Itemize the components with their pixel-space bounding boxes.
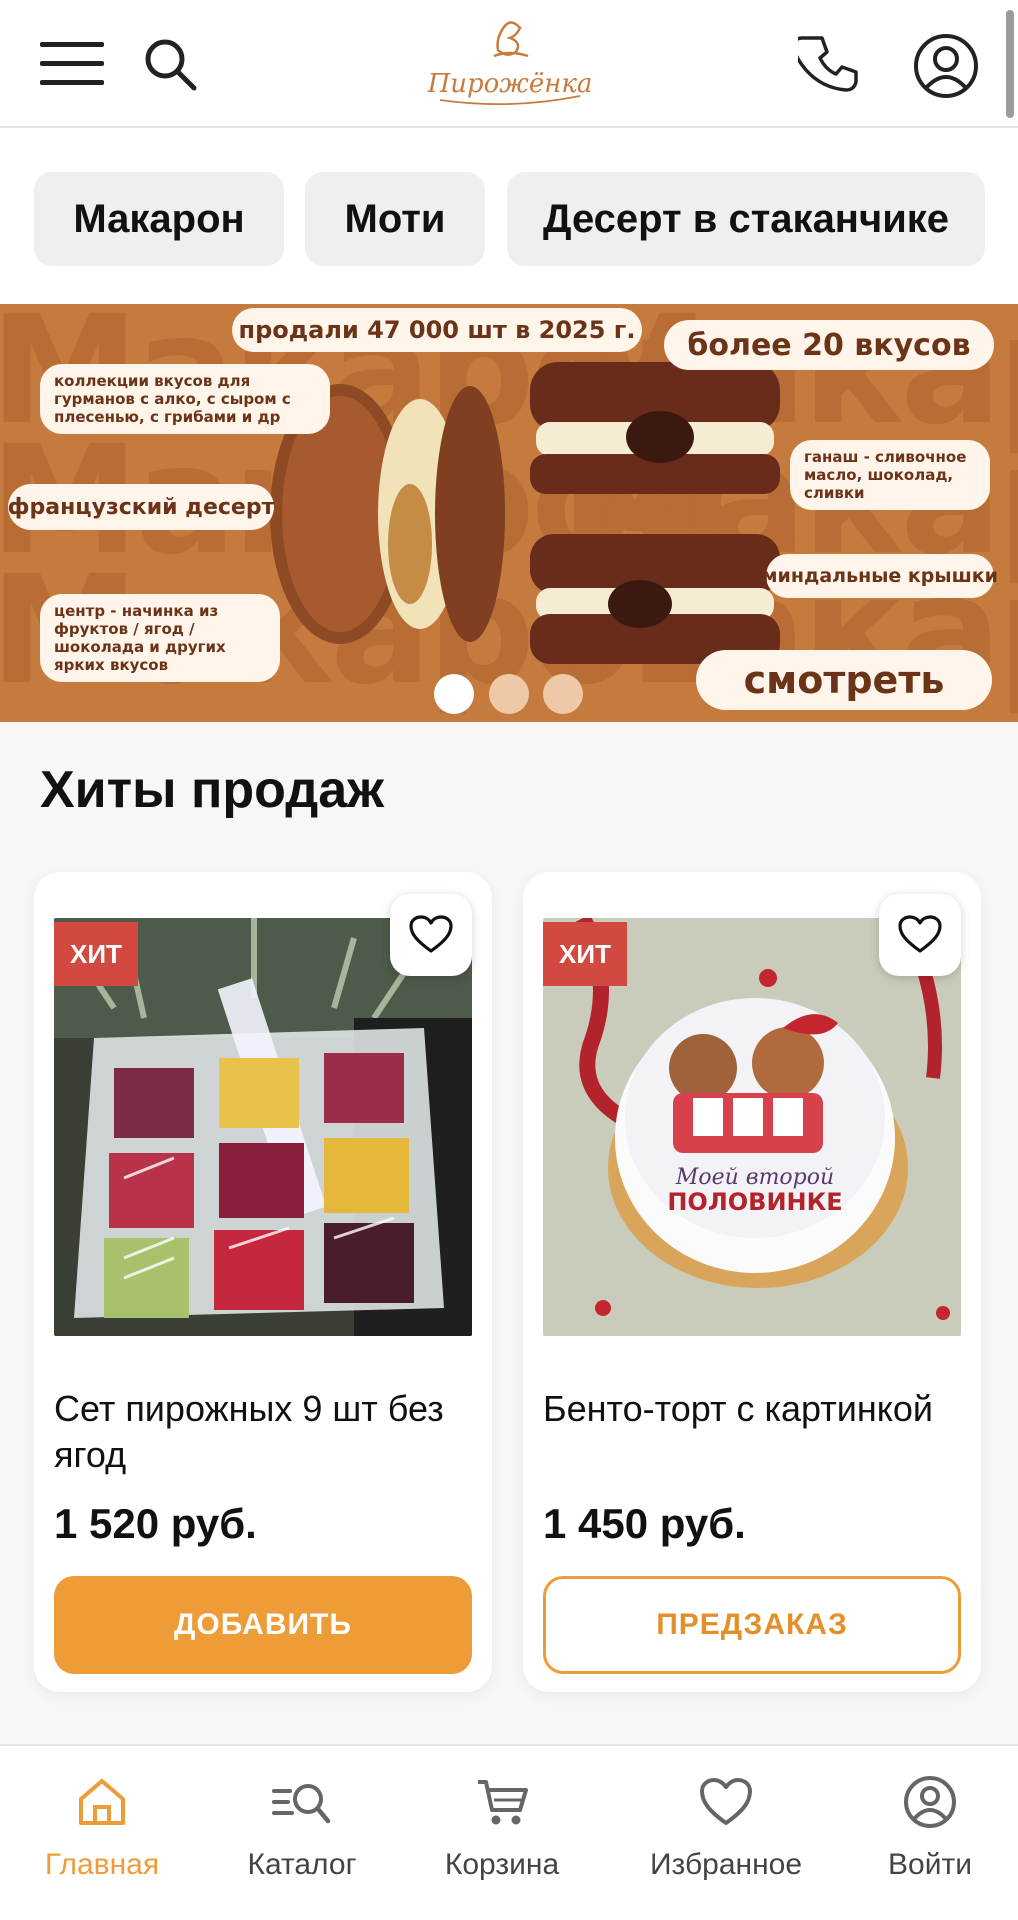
section-title: Хиты продаж [40,761,385,819]
hit-badge: ХИТ [54,922,138,986]
hit-badge: ХИТ [543,922,627,986]
cut-macaron-image [530,362,780,664]
svg-text:Моей второй: Моей второй [675,1165,834,1190]
bottom-navigation: Главная Каталог Корзина Избранное Войти [0,1744,1018,1920]
product-name[interactable]: Бенто-торт с картинкой [543,1386,943,1432]
nav-catalog[interactable]: Каталог [222,1746,382,1920]
add-to-cart-button[interactable]: ДОБАВИТЬ [54,1576,472,1674]
cart-icon [478,1780,528,1825]
phone-button[interactable] [795,30,863,98]
favorite-button[interactable] [390,894,472,976]
banner-collections-note: коллекции вкусов для гурманов с алко, с … [40,364,330,434]
brand-logo[interactable]: Пирожёнка [420,12,600,116]
menu-button[interactable] [40,38,104,90]
banner-shells-label: миндальные крышки [762,554,998,598]
favorite-button[interactable] [879,894,961,976]
promo-banner[interactable]: Макарон Макарон Макарон Макарон Макарон … [0,304,1018,722]
app-screen: Пирожёнка Макарон Моти Десерт в стаканчи… [0,0,1018,1920]
svg-text:ПОЛОВИНКЕ: ПОЛОВИНКЕ [667,1188,842,1216]
search-icon [145,39,197,91]
nav-label: Избранное [649,1848,803,1881]
nav-login[interactable]: Войти [860,1746,1000,1920]
top-header: Пирожёнка [0,0,1018,128]
carousel-dot-3[interactable] [543,674,583,714]
heart-icon [700,1778,752,1825]
carousel-dot-2[interactable] [489,674,529,714]
scrollbar-thumb[interactable] [1006,10,1014,118]
banner-flavors-label: более 20 вкусов [664,320,994,370]
banner-sold-label: продали 47 000 шт в 2025 г. [232,308,642,352]
nav-label: Главная [44,1848,160,1881]
nav-label: Корзина [444,1848,560,1881]
phone-icon [798,36,858,92]
logo-mark: Пирожёнка [427,21,593,106]
search-button[interactable] [140,34,200,94]
heart-icon [898,915,942,953]
product-card[interactable]: ХИТ Сет пирожных 9 шт без ягод 1 520 руб… [34,872,492,1692]
product-name[interactable]: Сет пирожных 9 шт без ягод [54,1386,454,1478]
nav-label: Каталог [247,1848,357,1881]
nav-favorites[interactable]: Избранное [626,1746,826,1920]
banner-ganache-note: ганаш - сливочное масло, шоколад, сливки [790,440,990,510]
nav-cart[interactable]: Корзина [422,1746,582,1920]
account-icon [904,1776,956,1828]
chip-macaron[interactable]: Макарон [34,172,284,266]
home-icon [79,1779,125,1825]
product-card[interactable]: Моей второй ПОЛОВИНКЕ ХИТ Бенто-торт с к… [523,872,981,1692]
chip-dessert-cup[interactable]: Десерт в стаканчике [507,172,985,266]
account-button[interactable] [910,30,982,102]
catalog-search-icon [272,1784,331,1824]
account-icon [914,34,978,98]
logo-text: Пирожёнка [427,69,593,99]
heart-icon [409,915,453,953]
nav-home[interactable]: Главная [22,1746,182,1920]
nav-label: Войти [888,1848,972,1881]
category-chips: Макарон Моти Десерт в стаканчике [0,128,1018,304]
product-price: 1 520 руб. [54,1500,257,1547]
banner-center-note: центр - начинка из фруктов / ягод / шоко… [40,594,280,682]
banner-cta-button[interactable]: смотреть [696,650,992,710]
product-price: 1 450 руб. [543,1500,746,1547]
preorder-button[interactable]: ПРЕДЗАКАЗ [543,1576,961,1674]
banner-french-label: французский десерт [8,484,274,530]
menu-icon [40,42,104,85]
carousel-dot-1[interactable] [434,674,474,714]
chip-mochi[interactable]: Моти [305,172,485,266]
